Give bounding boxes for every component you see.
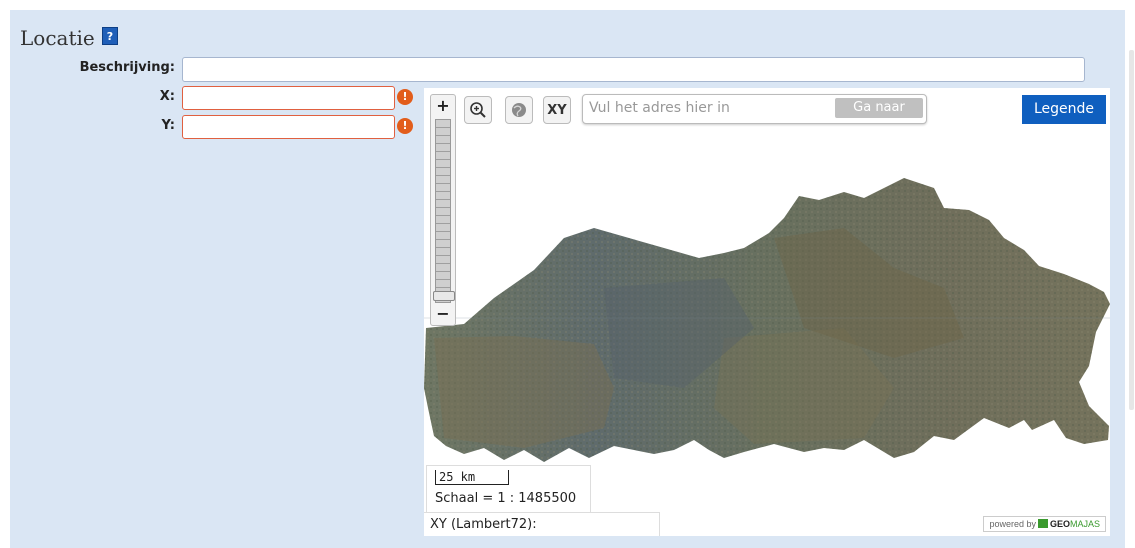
x-coordinate-input[interactable] [182, 86, 395, 110]
address-search-input[interactable] [585, 97, 841, 119]
y-coordinate-input[interactable] [182, 115, 395, 139]
zoom-rectangle-button[interactable] [464, 96, 492, 124]
scale-panel: 25 km Schaal = 1 : 1485500 [426, 465, 591, 512]
zoom-out-button[interactable]: − [431, 303, 455, 325]
coordinates-readout: XY (Lambert72): [424, 512, 660, 536]
brand-majas: MAJAS [1069, 519, 1100, 529]
xy-coordinate-button[interactable]: XY [543, 96, 571, 124]
scrollbar-thumb[interactable] [1129, 50, 1134, 410]
go-to-button[interactable]: Ga naar [835, 98, 923, 118]
zoom-slider-handle[interactable] [433, 291, 455, 301]
legend-button[interactable]: Legende [1022, 95, 1106, 124]
description-input[interactable] [182, 57, 1085, 82]
zoom-control[interactable]: + − [430, 94, 456, 326]
address-search-box: Ga naar [582, 94, 927, 124]
zoom-in-button[interactable]: + [431, 95, 455, 117]
brand-geo: GEO [1049, 519, 1070, 529]
full-extent-button[interactable] [505, 96, 533, 124]
scale-ratio: Schaal = 1 : 1485500 [435, 491, 577, 506]
description-label: Beschrijving: [79, 60, 175, 75]
x-label: X: [159, 89, 175, 104]
powered-by-text: powered by [989, 519, 1036, 529]
page-scrollbar[interactable] [1125, 0, 1135, 548]
scale-distance: 25 km [439, 470, 476, 484]
help-book-icon[interactable]: ? [102, 27, 118, 45]
map-viewer[interactable]: + − XY Ga naar Legende 25 km Schaal = 1 … [424, 88, 1110, 536]
zoom-slider-track[interactable] [435, 119, 451, 303]
globe-icon [512, 103, 526, 117]
section-title: Locatie [20, 26, 95, 50]
magnifier-plus-icon [470, 102, 486, 118]
y-error-icon: ! [397, 118, 413, 134]
y-label: Y: [161, 118, 175, 133]
powered-by-badge[interactable]: powered by GEOMAJAS [983, 516, 1106, 532]
x-error-icon: ! [397, 89, 413, 105]
geomajas-logo-icon [1037, 519, 1048, 528]
